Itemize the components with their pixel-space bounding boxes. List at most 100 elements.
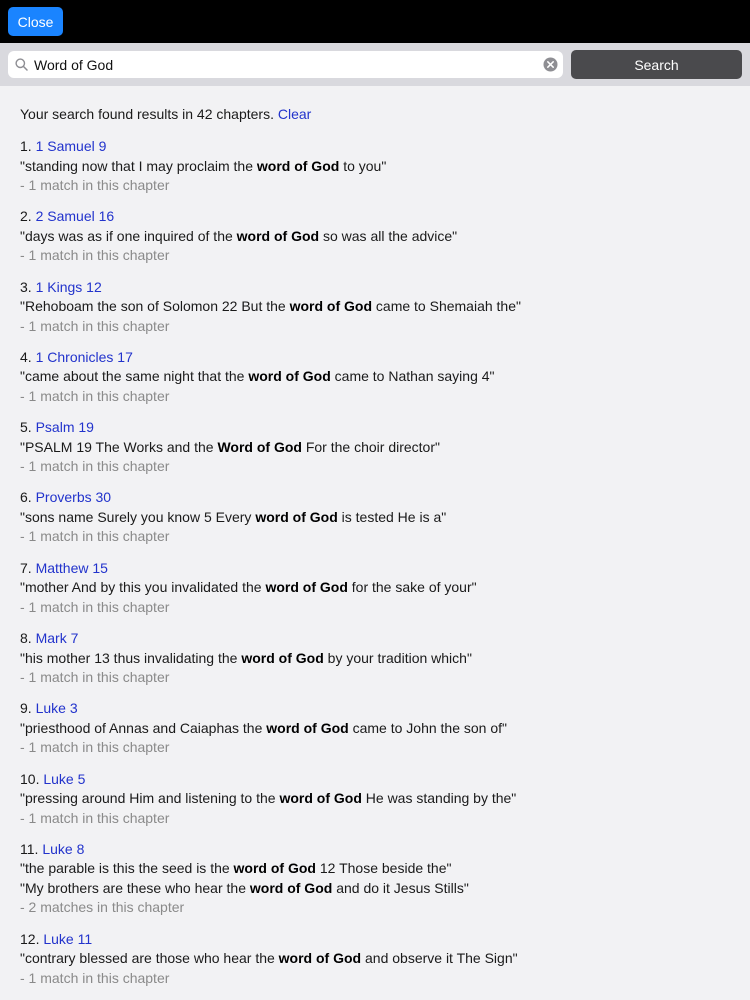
result-snippet: "priesthood of Annas and Caiaphas the wo… bbox=[20, 719, 740, 739]
snippet-match: word of God bbox=[279, 790, 362, 807]
snippet-match: Word of God bbox=[217, 438, 302, 455]
result-snippet: "contrary blessed are those who hear the… bbox=[20, 949, 740, 969]
snippet-text: "his mother 13 thus invalidating the bbox=[20, 649, 242, 666]
result-heading: 4. 1 Chronicles 17 bbox=[20, 348, 740, 368]
result-item: 8. Mark 7 "his mother 13 thus invalidatin… bbox=[20, 629, 740, 699]
match-count: - 1 match in this chapter bbox=[20, 528, 170, 545]
snippet-text: to you" bbox=[339, 157, 387, 174]
result-number: 11. bbox=[20, 840, 39, 857]
result-reference-link[interactable]: 1 Chronicles 17 bbox=[36, 349, 133, 365]
snippet-match: word of God bbox=[233, 860, 316, 877]
result-reference-link[interactable]: 1 Samuel 9 bbox=[36, 138, 107, 154]
result-item: 10. Luke 5 "pressing around Him and liste… bbox=[20, 770, 740, 840]
result-reference-link[interactable]: Luke 5 bbox=[43, 771, 85, 787]
snippet-text: is tested He is a" bbox=[337, 508, 447, 525]
result-reference-link[interactable]: Proverbs 30 bbox=[36, 489, 111, 505]
result-heading: 12. Luke 11 bbox=[20, 930, 740, 950]
snippet-match: word of God bbox=[236, 227, 320, 244]
snippet-match: word of God bbox=[255, 508, 338, 525]
result-reference-link[interactable]: Mark 7 bbox=[36, 630, 79, 646]
snippet-text: "PSALM 19 The Works and the bbox=[20, 438, 218, 455]
result-number: 1. bbox=[20, 138, 32, 154]
snippet-text: "came about the same night that the bbox=[20, 368, 249, 385]
result-snippet: "the parable is this the seed is the wor… bbox=[20, 859, 740, 879]
result-reference-link[interactable]: Luke 8 bbox=[42, 841, 84, 857]
result-item: 3. 1 Kings 12 "Rehoboam the son of Solomo… bbox=[20, 278, 740, 348]
match-count: - 1 match in this chapter bbox=[20, 247, 170, 264]
match-count: - 1 match in this chapter bbox=[20, 458, 170, 475]
snippet-text: "contrary blessed are those who hear the bbox=[20, 950, 279, 967]
result-item: 6. Proverbs 30 "sons name Surely you know… bbox=[20, 488, 740, 558]
result-number: 2. bbox=[20, 208, 32, 225]
results-summary: Your search found results in 42 chapters… bbox=[20, 105, 740, 125]
snippet-text: "standing now that I may proclaim the bbox=[20, 157, 257, 174]
snippet-text: for the sake of your" bbox=[347, 579, 477, 596]
snippet-text: "Rehoboam the son of Solomon 22 But the bbox=[20, 298, 290, 315]
result-item: 12. Luke 11 "contrary blessed are those w… bbox=[20, 930, 740, 1000]
snippet-text: "My brothers are these who hear the bbox=[20, 879, 250, 896]
result-item: 4. 1 Chronicles 17 "came about the same n… bbox=[20, 348, 740, 418]
result-heading: 5. Psalm 19 bbox=[20, 418, 740, 438]
match-count: - 1 match in this chapter bbox=[20, 669, 170, 686]
match-count: - 1 match in this chapter bbox=[20, 598, 170, 615]
result-reference-link[interactable]: 1 Kings 12 bbox=[36, 279, 102, 295]
result-heading: 6. Proverbs 30 bbox=[20, 488, 740, 508]
result-number: 6. bbox=[20, 489, 32, 506]
snippet-text: so was all the advice" bbox=[319, 227, 458, 244]
result-snippet: "mother And by this you invalidated the … bbox=[20, 578, 740, 598]
snippet-text: by your tradition which" bbox=[323, 649, 472, 666]
snippet-text: came to Shemaiah the" bbox=[372, 298, 521, 315]
result-item: 1. 1 Samuel 9 "standing now that I may pr… bbox=[20, 137, 740, 207]
snippet-match: word of God bbox=[289, 298, 373, 315]
result-number: 3. bbox=[20, 278, 32, 295]
result-number: 5. bbox=[20, 419, 32, 436]
clear-results-link[interactable]: Clear bbox=[278, 106, 311, 122]
result-heading: 1. 1 Samuel 9 bbox=[20, 137, 740, 157]
snippet-text: 12 Those beside the" bbox=[315, 860, 452, 877]
result-number: 9. bbox=[20, 700, 32, 717]
match-count: - 1 match in this chapter bbox=[20, 809, 170, 826]
result-heading: 10. Luke 5 bbox=[20, 770, 740, 790]
snippet-text: and observe it The Sign" bbox=[361, 950, 518, 967]
result-snippet: "came about the same night that the word… bbox=[20, 367, 740, 387]
result-reference-link[interactable]: Luke 3 bbox=[36, 700, 78, 716]
magnifier-icon bbox=[15, 58, 28, 71]
summary-text: Your search found results in 42 chapters… bbox=[20, 106, 274, 122]
snippet-match: word of God bbox=[278, 950, 362, 967]
search-bar: Search bbox=[0, 43, 750, 86]
result-reference-link[interactable]: 2 Samuel 16 bbox=[36, 208, 115, 224]
result-snippet: "his mother 13 thus invalidating the wor… bbox=[20, 649, 740, 669]
match-count: - 1 match in this chapter bbox=[20, 317, 170, 334]
search-button[interactable]: Search bbox=[571, 50, 742, 79]
match-count: - 1 match in this chapter bbox=[20, 177, 170, 193]
search-field[interactable] bbox=[8, 51, 563, 78]
snippet-match: word of God bbox=[266, 719, 349, 736]
snippet-match: word of God bbox=[241, 649, 324, 666]
snippet-text: He was standing by the" bbox=[361, 790, 517, 807]
close-button[interactable]: Close bbox=[8, 7, 63, 36]
snippet-text: "the parable is this the seed is the bbox=[20, 860, 234, 877]
result-reference-link[interactable]: Psalm 19 bbox=[36, 419, 94, 435]
snippet-text: "mother And by this you invalidated the bbox=[20, 579, 266, 596]
result-number: 8. bbox=[20, 630, 32, 647]
snippet-text: came to John the son of" bbox=[348, 719, 507, 736]
match-count: - 1 match in this chapter bbox=[20, 387, 170, 404]
snippet-text: For the choir director" bbox=[301, 438, 440, 455]
snippet-match: word of God bbox=[265, 579, 348, 596]
result-reference-link[interactable]: Luke 11 bbox=[43, 931, 92, 947]
top-toolbar: Close bbox=[0, 0, 750, 43]
match-count: - 1 match in this chapter bbox=[20, 969, 170, 986]
result-item: 9. Luke 3 "priesthood of Annas and Caiaph… bbox=[20, 699, 740, 769]
result-reference-link[interactable]: Matthew 15 bbox=[36, 560, 108, 576]
result-snippet: "PSALM 19 The Works and the Word of God … bbox=[20, 438, 740, 458]
clear-circle-icon[interactable] bbox=[543, 57, 558, 72]
results-list: 1. 1 Samuel 9 "standing now that I may pr… bbox=[20, 137, 740, 1000]
result-snippet: "sons name Surely you know 5 Every word … bbox=[20, 508, 740, 528]
result-number: 10. bbox=[20, 770, 40, 787]
result-snippet: "standing now that I may proclaim the wo… bbox=[20, 157, 740, 177]
result-heading: 9. Luke 3 bbox=[20, 699, 740, 719]
result-snippet: "My brothers are these who hear the word… bbox=[20, 879, 740, 899]
result-heading: 3. 1 Kings 12 bbox=[20, 278, 740, 298]
result-item: 2. 2 Samuel 16 "days was as if one inquir… bbox=[20, 207, 740, 277]
search-input[interactable] bbox=[34, 51, 534, 78]
